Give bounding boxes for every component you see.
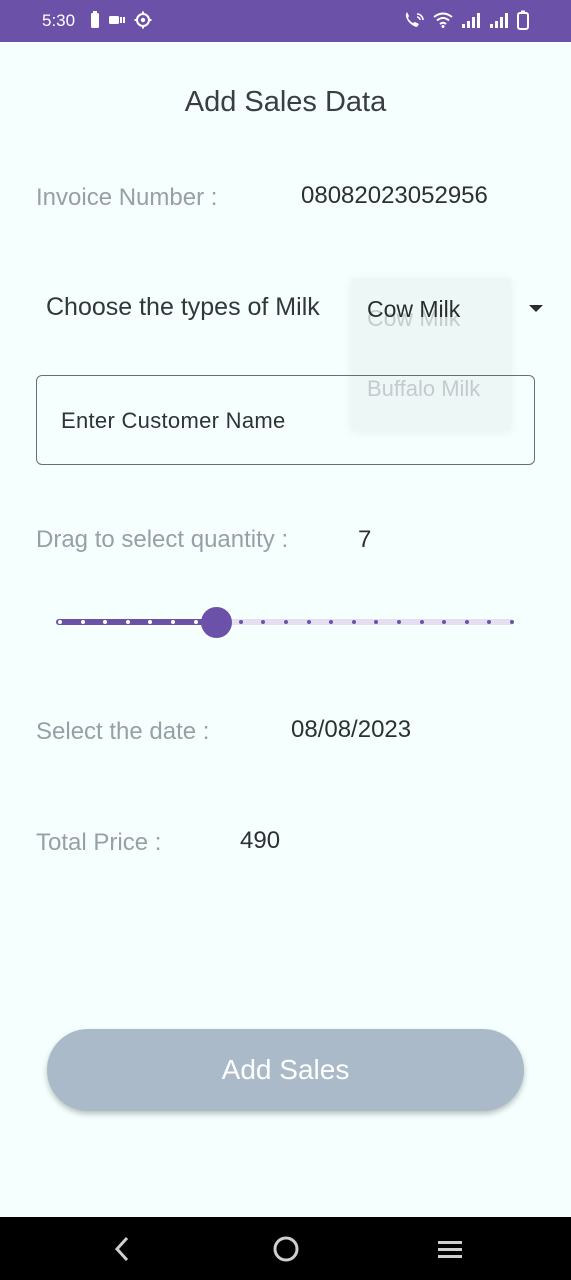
slider-tick <box>420 620 424 624</box>
date-label: Select the date : <box>36 718 210 745</box>
recents-icon[interactable] <box>436 1233 464 1265</box>
invoice-value: 08082023052956 <box>301 182 488 209</box>
slider-tick <box>81 620 85 624</box>
slider-tick <box>148 620 152 624</box>
slider-tick <box>58 620 62 624</box>
cast-icon <box>109 16 125 24</box>
invoice-label: Invoice Number : <box>36 184 218 211</box>
customer-name-input[interactable]: Enter Customer Name <box>36 375 535 465</box>
slider-thumb[interactable] <box>201 607 232 638</box>
status-time: 5:30 <box>42 11 76 30</box>
slider-tick <box>465 620 469 624</box>
slider-tick <box>307 620 311 624</box>
add-sales-button[interactable]: Add Sales <box>47 1029 524 1111</box>
customer-name-placeholder: Enter Customer Name <box>61 408 286 433</box>
wifi-calling-icon <box>405 12 424 27</box>
signal-2-icon <box>490 13 508 28</box>
slider-tick <box>261 620 265 624</box>
quantity-slider[interactable] <box>56 600 514 644</box>
slider-tick <box>239 620 243 624</box>
battery-icon <box>517 10 529 30</box>
milk-type-label: Choose the types of Milk <box>46 293 320 321</box>
quantity-label: Drag to select quantity : <box>36 526 289 553</box>
total-price-value: 490 <box>240 827 281 854</box>
slider-tick <box>442 620 446 624</box>
slider-tick <box>352 620 356 624</box>
slider-tick <box>194 620 198 624</box>
home-icon[interactable] <box>271 1233 301 1265</box>
dropdown-arrow-icon[interactable] <box>528 304 544 314</box>
wifi-icon <box>433 12 453 28</box>
slider-tick <box>126 620 130 624</box>
status-right-icons <box>403 10 529 30</box>
battery-saver-icon <box>91 11 99 28</box>
slider-tick <box>171 620 175 624</box>
slider-tick <box>329 620 333 624</box>
page-title: Add Sales Data <box>184 86 387 118</box>
quantity-value: 7 <box>358 526 372 553</box>
slider-tick <box>103 620 107 624</box>
status-bar: 5:30 <box>0 0 571 42</box>
slider-tick <box>510 620 514 624</box>
navigation-bar <box>0 1217 571 1280</box>
slider-tick <box>397 620 401 624</box>
add-sales-screen: 5:30 Add Sales Data Invoice Number: 080… <box>0 0 571 1280</box>
back-icon[interactable] <box>110 1233 134 1265</box>
slider-track-active[interactable] <box>56 619 216 625</box>
dropdown-selected-value[interactable]: Cow Milk <box>367 296 460 323</box>
signal-1-icon <box>462 13 480 28</box>
total-price-label: Total Price : <box>36 829 162 856</box>
slider-tick <box>284 620 288 624</box>
slider-tick <box>374 620 378 624</box>
status-left-icons <box>90 11 152 29</box>
settings-icon <box>134 11 152 29</box>
date-value[interactable]: 08/08/2023 <box>291 716 411 744</box>
slider-tick <box>487 620 491 624</box>
